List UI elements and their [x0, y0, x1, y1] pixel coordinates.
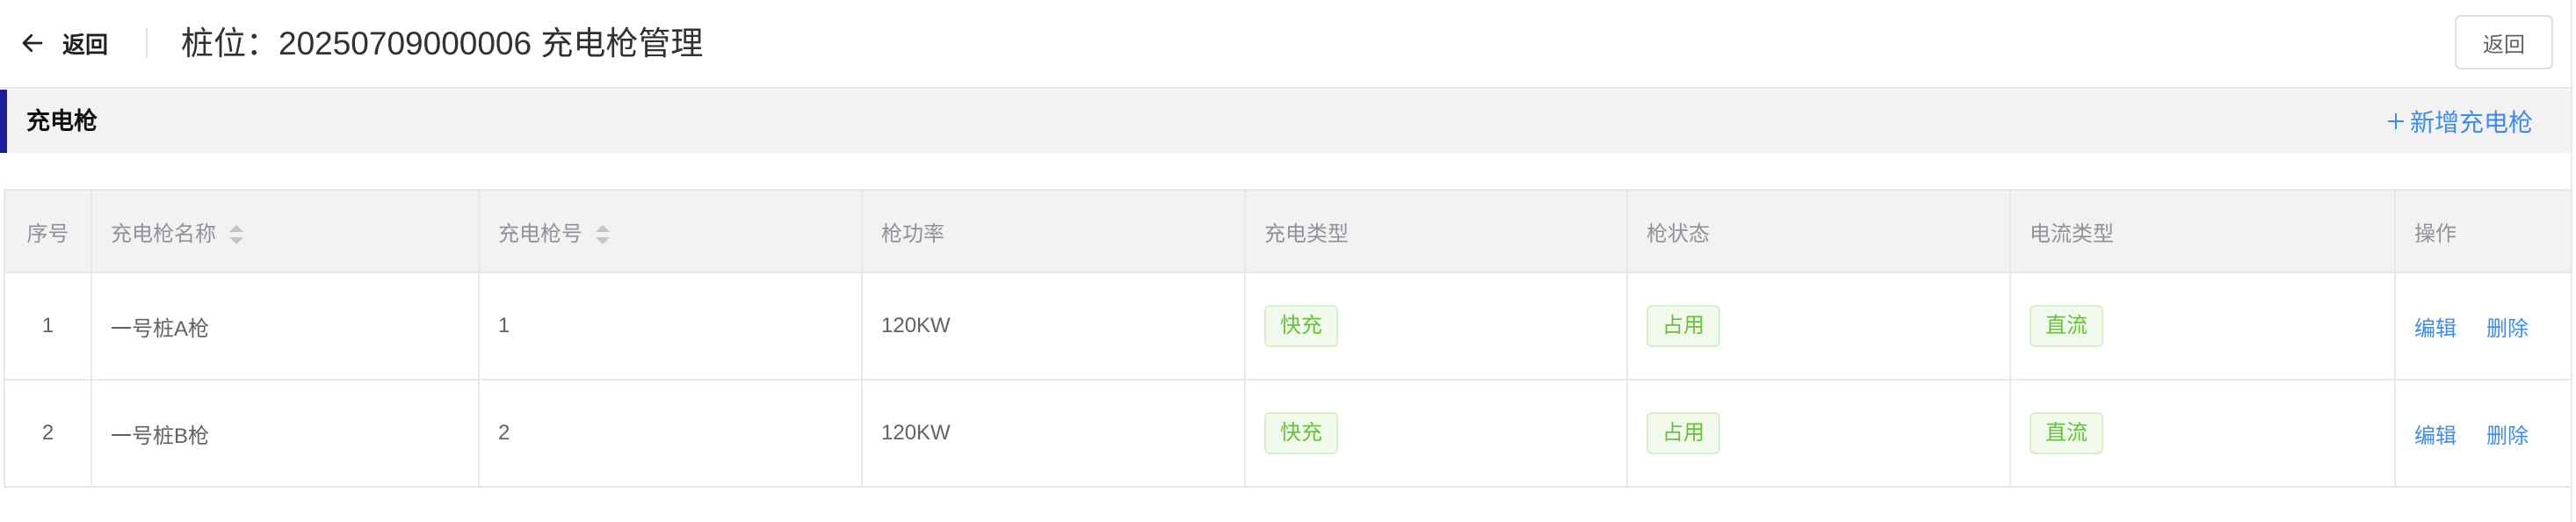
cell-gun-no: 1: [478, 272, 863, 381]
sort-caret-icon[interactable]: [595, 225, 611, 245]
cell-charge-type: 快充: [1244, 379, 1628, 488]
cell-power: 120KW: [861, 379, 1246, 488]
table-row: 1 一号桩A枪 1 120KW 快充 占用 直流 编辑 删除: [4, 272, 2572, 381]
cell-name: 一号桩B枪: [90, 379, 480, 488]
column-header-gun-no[interactable]: 充电枪号: [478, 189, 863, 273]
charge-type-tag: 快充: [1264, 412, 1338, 454]
edit-link[interactable]: 编辑: [2414, 317, 2457, 341]
sort-caret-icon[interactable]: [228, 225, 244, 245]
cell-gun-no: 2: [478, 379, 863, 488]
back-label: 返回: [62, 31, 109, 58]
edit-link[interactable]: 编辑: [2414, 424, 2457, 448]
charging-gun-table: 序号 充电枪名称 充电枪号 枪功率 充电类型 枪状态 电流类型 操作 1 一号桩…: [4, 189, 2572, 488]
table-row: 2 一号桩B枪 2 120KW 快充 占用 直流 编辑 删除: [4, 379, 2572, 488]
back-link[interactable]: 返回: [19, 25, 108, 62]
cell-index: 2: [4, 379, 92, 488]
table-header-row: 序号 充电枪名称 充电枪号 枪功率 充电类型 枪状态 电流类型 操作: [4, 189, 2572, 273]
header-divider: [146, 28, 148, 58]
delete-link[interactable]: 删除: [2486, 424, 2529, 448]
table-body: 1 一号桩A枪 1 120KW 快充 占用 直流 编辑 删除 2 一号桩B枪 2…: [4, 272, 2572, 488]
column-header-charge-type: 充电类型: [1244, 189, 1628, 273]
cell-actions: 编辑 删除: [2394, 272, 2572, 381]
delete-link[interactable]: 删除: [2486, 317, 2529, 341]
page-frame-edge: [2571, 0, 2572, 522]
status-tag: 占用: [1646, 412, 1720, 454]
section-accent-bar: [0, 90, 7, 153]
cell-status: 占用: [1626, 272, 2011, 381]
charge-type-tag: 快充: [1264, 305, 1338, 347]
section-header: 充电枪 新增充电枪: [0, 90, 2571, 153]
column-header-actions: 操作: [2394, 189, 2572, 273]
cell-actions: 编辑 删除: [2394, 379, 2572, 488]
column-header-index: 序号: [4, 189, 92, 273]
column-header-power: 枪功率: [861, 189, 1246, 273]
column-header-status: 枪状态: [1626, 189, 2011, 273]
column-header-current-type: 电流类型: [2009, 189, 2396, 273]
cell-name: 一号桩A枪: [90, 272, 480, 381]
arrow-left-icon: [19, 30, 46, 56]
cell-index: 1: [4, 272, 92, 381]
current-type-tag: 直流: [2030, 305, 2103, 347]
plus-icon: [2386, 112, 2406, 131]
add-charging-gun-button[interactable]: 新增充电枪: [2386, 90, 2533, 153]
column-header-label: 充电枪名称: [111, 221, 216, 246]
column-header-name[interactable]: 充电枪名称: [90, 189, 480, 273]
return-button[interactable]: 返回: [2455, 15, 2553, 69]
column-header-label: 充电枪号: [498, 221, 582, 246]
current-type-tag: 直流: [2030, 412, 2103, 454]
cell-charge-type: 快充: [1244, 272, 1628, 381]
cell-status: 占用: [1626, 379, 2011, 488]
section-title: 充电枪: [26, 108, 98, 134]
charging-gun-management-page: 返回 桩位：20250709000006 充电枪管理 返回 充电枪 新增充电枪 …: [0, 0, 2576, 522]
cell-power: 120KW: [861, 272, 1246, 381]
cell-current-type: 直流: [2009, 379, 2396, 488]
page-header: 返回 桩位：20250709000006 充电枪管理 返回: [0, 0, 2571, 89]
page-title: 桩位：20250709000006 充电枪管理: [181, 25, 704, 62]
status-tag: 占用: [1646, 305, 1720, 347]
table-header: 序号 充电枪名称 充电枪号 枪功率 充电类型 枪状态 电流类型 操作: [4, 189, 2572, 273]
add-charging-gun-label: 新增充电枪: [2410, 109, 2534, 136]
cell-current-type: 直流: [2009, 272, 2396, 381]
